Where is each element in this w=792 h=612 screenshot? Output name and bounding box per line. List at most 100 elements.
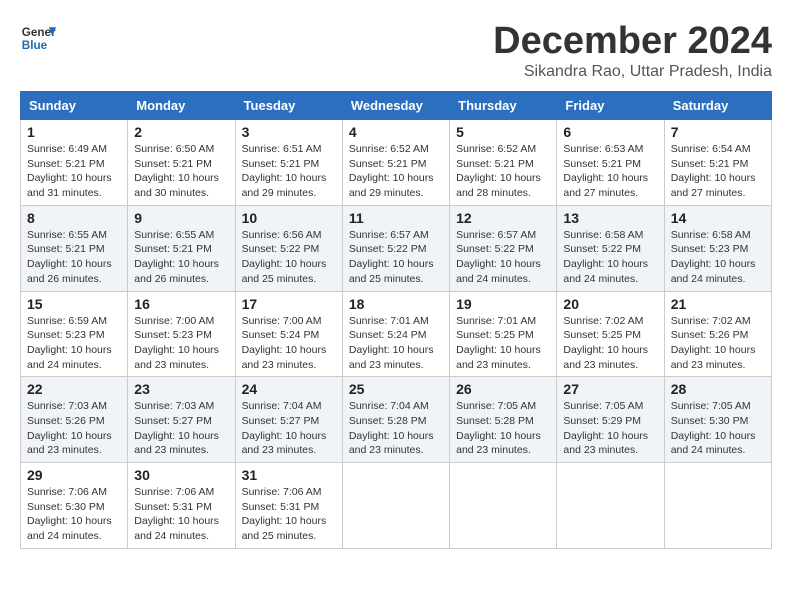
logo-icon: General Blue — [20, 20, 56, 56]
day-number: 28 — [671, 381, 765, 397]
day-info: Sunrise: 7:04 AMSunset: 5:28 PMDaylight:… — [349, 399, 443, 458]
day-info: Sunrise: 6:52 AMSunset: 5:21 PMDaylight:… — [349, 142, 443, 201]
day-info: Sunrise: 7:00 AMSunset: 5:23 PMDaylight:… — [134, 314, 228, 373]
day-cell: 14 Sunrise: 6:58 AMSunset: 5:23 PMDaylig… — [664, 205, 771, 291]
day-cell: 30 Sunrise: 7:06 AMSunset: 5:31 PMDaylig… — [128, 463, 235, 549]
day-number: 12 — [456, 210, 550, 226]
week-row-3: 15 Sunrise: 6:59 AMSunset: 5:23 PMDaylig… — [21, 291, 772, 377]
day-number: 18 — [349, 296, 443, 312]
day-cell: 6 Sunrise: 6:53 AMSunset: 5:21 PMDayligh… — [557, 120, 664, 206]
location-title: Sikandra Rao, Uttar Pradesh, India — [493, 63, 772, 81]
day-cell: 28 Sunrise: 7:05 AMSunset: 5:30 PMDaylig… — [664, 377, 771, 463]
day-number: 5 — [456, 124, 550, 140]
calendar-table: Sunday Monday Tuesday Wednesday Thursday… — [20, 91, 772, 549]
logo: General Blue — [20, 20, 56, 56]
header-row: Sunday Monday Tuesday Wednesday Thursday… — [21, 92, 772, 120]
day-cell: 3 Sunrise: 6:51 AMSunset: 5:21 PMDayligh… — [235, 120, 342, 206]
day-cell: 5 Sunrise: 6:52 AMSunset: 5:21 PMDayligh… — [450, 120, 557, 206]
day-number: 11 — [349, 210, 443, 226]
day-cell: 19 Sunrise: 7:01 AMSunset: 5:25 PMDaylig… — [450, 291, 557, 377]
day-info: Sunrise: 6:54 AMSunset: 5:21 PMDaylight:… — [671, 142, 765, 201]
day-number: 29 — [27, 467, 121, 483]
day-number: 21 — [671, 296, 765, 312]
page-header: General Blue December 2024 Sikandra Rao,… — [20, 20, 772, 81]
day-number: 23 — [134, 381, 228, 397]
day-info: Sunrise: 7:00 AMSunset: 5:24 PMDaylight:… — [242, 314, 336, 373]
day-info: Sunrise: 6:57 AMSunset: 5:22 PMDaylight:… — [349, 228, 443, 287]
day-number: 27 — [563, 381, 657, 397]
day-number: 19 — [456, 296, 550, 312]
day-cell: 27 Sunrise: 7:05 AMSunset: 5:29 PMDaylig… — [557, 377, 664, 463]
day-number: 1 — [27, 124, 121, 140]
header-friday: Friday — [557, 92, 664, 120]
day-cell: 12 Sunrise: 6:57 AMSunset: 5:22 PMDaylig… — [450, 205, 557, 291]
day-cell — [557, 463, 664, 549]
day-cell: 29 Sunrise: 7:06 AMSunset: 5:30 PMDaylig… — [21, 463, 128, 549]
day-info: Sunrise: 7:06 AMSunset: 5:31 PMDaylight:… — [242, 485, 336, 544]
day-info: Sunrise: 6:55 AMSunset: 5:21 PMDaylight:… — [27, 228, 121, 287]
day-number: 26 — [456, 381, 550, 397]
day-cell: 11 Sunrise: 6:57 AMSunset: 5:22 PMDaylig… — [342, 205, 449, 291]
day-number: 9 — [134, 210, 228, 226]
day-info: Sunrise: 6:56 AMSunset: 5:22 PMDaylight:… — [242, 228, 336, 287]
day-info: Sunrise: 6:57 AMSunset: 5:22 PMDaylight:… — [456, 228, 550, 287]
day-info: Sunrise: 6:55 AMSunset: 5:21 PMDaylight:… — [134, 228, 228, 287]
day-number: 30 — [134, 467, 228, 483]
day-cell — [450, 463, 557, 549]
header-wednesday: Wednesday — [342, 92, 449, 120]
day-cell: 15 Sunrise: 6:59 AMSunset: 5:23 PMDaylig… — [21, 291, 128, 377]
day-info: Sunrise: 7:05 AMSunset: 5:29 PMDaylight:… — [563, 399, 657, 458]
day-info: Sunrise: 7:03 AMSunset: 5:26 PMDaylight:… — [27, 399, 121, 458]
day-cell: 18 Sunrise: 7:01 AMSunset: 5:24 PMDaylig… — [342, 291, 449, 377]
day-cell — [664, 463, 771, 549]
day-cell: 9 Sunrise: 6:55 AMSunset: 5:21 PMDayligh… — [128, 205, 235, 291]
day-cell: 8 Sunrise: 6:55 AMSunset: 5:21 PMDayligh… — [21, 205, 128, 291]
day-info: Sunrise: 7:06 AMSunset: 5:30 PMDaylight:… — [27, 485, 121, 544]
day-cell — [342, 463, 449, 549]
header-tuesday: Tuesday — [235, 92, 342, 120]
header-saturday: Saturday — [664, 92, 771, 120]
day-cell: 2 Sunrise: 6:50 AMSunset: 5:21 PMDayligh… — [128, 120, 235, 206]
day-cell: 10 Sunrise: 6:56 AMSunset: 5:22 PMDaylig… — [235, 205, 342, 291]
day-number: 7 — [671, 124, 765, 140]
header-sunday: Sunday — [21, 92, 128, 120]
day-info: Sunrise: 6:58 AMSunset: 5:22 PMDaylight:… — [563, 228, 657, 287]
day-cell: 16 Sunrise: 7:00 AMSunset: 5:23 PMDaylig… — [128, 291, 235, 377]
week-row-1: 1 Sunrise: 6:49 AMSunset: 5:21 PMDayligh… — [21, 120, 772, 206]
header-monday: Monday — [128, 92, 235, 120]
day-number: 14 — [671, 210, 765, 226]
day-cell: 22 Sunrise: 7:03 AMSunset: 5:26 PMDaylig… — [21, 377, 128, 463]
day-info: Sunrise: 7:05 AMSunset: 5:30 PMDaylight:… — [671, 399, 765, 458]
day-number: 3 — [242, 124, 336, 140]
day-info: Sunrise: 7:01 AMSunset: 5:24 PMDaylight:… — [349, 314, 443, 373]
day-cell: 17 Sunrise: 7:00 AMSunset: 5:24 PMDaylig… — [235, 291, 342, 377]
day-cell: 4 Sunrise: 6:52 AMSunset: 5:21 PMDayligh… — [342, 120, 449, 206]
day-info: Sunrise: 6:53 AMSunset: 5:21 PMDaylight:… — [563, 142, 657, 201]
svg-text:Blue: Blue — [22, 39, 48, 52]
day-number: 17 — [242, 296, 336, 312]
day-number: 2 — [134, 124, 228, 140]
month-title: December 2024 — [493, 20, 772, 63]
day-info: Sunrise: 6:50 AMSunset: 5:21 PMDaylight:… — [134, 142, 228, 201]
day-number: 31 — [242, 467, 336, 483]
day-cell: 21 Sunrise: 7:02 AMSunset: 5:26 PMDaylig… — [664, 291, 771, 377]
day-number: 10 — [242, 210, 336, 226]
day-info: Sunrise: 7:06 AMSunset: 5:31 PMDaylight:… — [134, 485, 228, 544]
day-info: Sunrise: 7:02 AMSunset: 5:26 PMDaylight:… — [671, 314, 765, 373]
day-number: 16 — [134, 296, 228, 312]
header-thursday: Thursday — [450, 92, 557, 120]
day-number: 4 — [349, 124, 443, 140]
day-number: 20 — [563, 296, 657, 312]
day-number: 13 — [563, 210, 657, 226]
day-info: Sunrise: 7:01 AMSunset: 5:25 PMDaylight:… — [456, 314, 550, 373]
day-number: 6 — [563, 124, 657, 140]
day-info: Sunrise: 6:59 AMSunset: 5:23 PMDaylight:… — [27, 314, 121, 373]
day-cell: 1 Sunrise: 6:49 AMSunset: 5:21 PMDayligh… — [21, 120, 128, 206]
week-row-4: 22 Sunrise: 7:03 AMSunset: 5:26 PMDaylig… — [21, 377, 772, 463]
day-info: Sunrise: 6:49 AMSunset: 5:21 PMDaylight:… — [27, 142, 121, 201]
day-number: 25 — [349, 381, 443, 397]
day-info: Sunrise: 7:03 AMSunset: 5:27 PMDaylight:… — [134, 399, 228, 458]
day-info: Sunrise: 7:05 AMSunset: 5:28 PMDaylight:… — [456, 399, 550, 458]
title-block: December 2024 Sikandra Rao, Uttar Prades… — [493, 20, 772, 81]
day-cell: 25 Sunrise: 7:04 AMSunset: 5:28 PMDaylig… — [342, 377, 449, 463]
